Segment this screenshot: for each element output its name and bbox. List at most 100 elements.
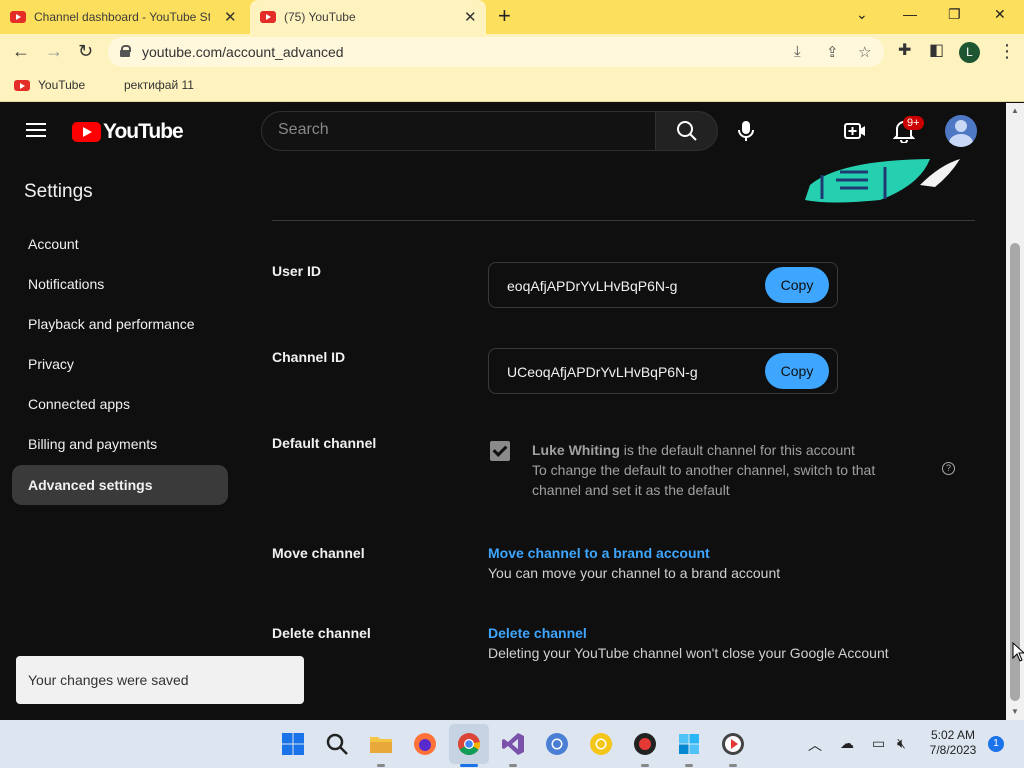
youtube-page: YouTube 9+ Settings Account Noti — [0, 103, 1006, 720]
system-clock[interactable]: 5:02 AM 7/8/2023 — [920, 728, 986, 758]
onedrive-offline-icon[interactable]: ☁ — [840, 735, 854, 752]
new-tab-button[interactable]: + — [498, 4, 511, 28]
clock-date: 7/8/2023 — [929, 743, 977, 757]
running-indicator — [377, 764, 385, 767]
visual-studio-icon[interactable] — [501, 732, 525, 756]
tab-search-chevron-icon[interactable]: ⌄ — [856, 6, 868, 23]
notification-count-badge[interactable]: 1 — [988, 736, 1004, 752]
sidebar-item-billing[interactable]: Billing and payments — [12, 424, 228, 464]
channel-id-value[interactable]: UCeoqAfjAPDrYvLHvBqP6N-g — [507, 364, 698, 380]
running-indicator — [641, 764, 649, 767]
windows-app-icon[interactable] — [677, 732, 701, 756]
help-icon[interactable]: ? — [942, 462, 955, 475]
address-bar[interactable]: youtube.com/account_advanced ⤓ ⇪ ☆ — [108, 37, 884, 67]
network-icon[interactable]: ▭ — [872, 735, 885, 752]
channel-id-field: UCeoqAfjAPDrYvLHvBqP6N-g Copy — [488, 348, 838, 394]
microphone-icon[interactable] — [737, 120, 755, 142]
taskbar-search-icon[interactable] — [325, 732, 349, 756]
settings-title: Settings — [24, 181, 93, 202]
scroll-down-arrow-icon[interactable]: ▼ — [1011, 707, 1019, 716]
copy-user-id-button[interactable]: Copy — [765, 267, 829, 303]
minimize-icon[interactable]: — — [903, 6, 917, 22]
default-channel-line1: is the default channel for this account — [619, 442, 855, 458]
close-window-icon[interactable]: ✕ — [994, 6, 1006, 23]
channel-id-label: Channel ID — [272, 349, 346, 365]
guide-menu-icon[interactable] — [26, 123, 46, 137]
forward-icon[interactable]: → — [45, 41, 63, 61]
active-indicator — [460, 764, 478, 767]
notification-badge: 9+ — [903, 116, 924, 130]
search-button[interactable] — [655, 111, 718, 151]
youtube-favicon-icon — [10, 11, 26, 23]
youtube-play-icon — [72, 122, 101, 142]
copy-channel-id-button[interactable]: Copy — [765, 353, 829, 389]
share-icon[interactable]: ⇪ — [826, 43, 839, 61]
install-app-icon[interactable]: ⤓ — [794, 43, 801, 60]
windows-start-icon[interactable] — [281, 732, 305, 756]
yellow-app-icon[interactable] — [589, 732, 613, 756]
search-input[interactable] — [278, 121, 638, 139]
delete-channel-label: Delete channel — [272, 625, 371, 641]
menu-kebab-icon[interactable]: ⋮ — [998, 41, 1016, 61]
side-panel-icon[interactable]: ◧ — [929, 41, 944, 61]
firefox-icon[interactable] — [413, 732, 437, 756]
close-tab-icon[interactable]: ✕ — [224, 8, 237, 26]
delete-channel-description: Deleting your YouTube channel won't clos… — [488, 645, 889, 661]
screen-recorder-icon[interactable] — [633, 732, 657, 756]
browser-toolbar: ← → ↻ youtube.com/account_advanced ⤓ ⇪ ☆… — [0, 34, 1024, 70]
lock-icon[interactable] — [120, 45, 131, 57]
running-indicator — [509, 764, 517, 767]
default-channel-checkbox[interactable] — [490, 441, 510, 461]
sidebar-item-playback[interactable]: Playback and performance — [12, 304, 228, 344]
saved-toast: Your changes were saved — [16, 656, 304, 704]
sidebar-item-connected-apps[interactable]: Connected apps — [12, 384, 228, 424]
default-channel-name: Luke Whiting — [532, 442, 620, 458]
scroll-up-arrow-icon[interactable]: ▲ — [1011, 106, 1019, 115]
sidebar-item-advanced-settings[interactable]: Advanced settings — [12, 465, 228, 505]
move-channel-label: Move channel — [272, 545, 365, 561]
scrollbar-thumb[interactable] — [1010, 243, 1020, 701]
tray-chevron-up-icon[interactable]: ︿ — [808, 735, 822, 755]
restore-icon[interactable]: ❐ — [948, 6, 961, 23]
tab-title: Channel dashboard - YouTube St — [34, 10, 210, 24]
profile-avatar[interactable]: L — [959, 42, 980, 63]
running-indicator — [729, 764, 737, 767]
search-icon — [677, 121, 697, 141]
bookmark-youtube[interactable]: YouTube — [14, 78, 85, 92]
reload-icon[interactable]: ↻ — [78, 41, 93, 61]
close-tab-icon[interactable]: ✕ — [464, 8, 477, 26]
default-channel-label: Default channel — [272, 435, 377, 451]
channel-banner-art — [805, 159, 960, 203]
page-scrollbar[interactable]: ▲ ▼ — [1006, 103, 1024, 720]
sidebar-item-account[interactable]: Account — [12, 224, 228, 264]
create-video-icon[interactable] — [844, 122, 866, 140]
tab-youtube[interactable]: (75) YouTube ✕ — [250, 0, 486, 34]
media-player-icon[interactable] — [721, 732, 745, 756]
url-text[interactable]: youtube.com/account_advanced — [142, 44, 344, 60]
move-channel-link[interactable]: Move channel to a brand account — [488, 545, 710, 561]
youtube-favicon-icon — [14, 79, 30, 91]
chrome-profile-icon[interactable] — [545, 732, 569, 756]
chrome-icon[interactable] — [457, 732, 481, 756]
tab-strip: Channel dashboard - YouTube St ✕ (75) Yo… — [0, 0, 1024, 34]
bookmark-star-icon[interactable]: ☆ — [858, 43, 871, 61]
user-id-value[interactable]: eoqAfjAPDrYvLHvBqP6N-g — [507, 278, 677, 294]
back-icon[interactable]: ← — [12, 41, 30, 61]
bookmark-label: YouTube — [38, 78, 86, 92]
tab-channel-dashboard[interactable]: Channel dashboard - YouTube St ✕ — [10, 0, 246, 34]
sidebar-item-notifications[interactable]: Notifications — [12, 264, 228, 304]
search-box[interactable] — [261, 111, 655, 151]
volume-muted-icon[interactable]: 🔇︎ — [897, 735, 906, 752]
tab-title: (75) YouTube — [284, 10, 356, 24]
bookmark-label: ректифай 11 — [124, 78, 194, 92]
bookmark-rectify[interactable]: ректифай 11 — [124, 78, 194, 92]
account-avatar[interactable] — [945, 115, 977, 147]
youtube-logo[interactable]: YouTube — [72, 120, 184, 144]
default-channel-text: Luke Whiting is the default channel for … — [532, 440, 912, 500]
default-channel-line2: To change the default to another channel… — [532, 462, 876, 498]
logo-text: YouTube — [103, 120, 184, 143]
file-explorer-icon[interactable] — [369, 732, 393, 756]
extensions-icon[interactable]: ✚ — [898, 41, 911, 61]
sidebar-item-privacy[interactable]: Privacy — [12, 344, 228, 384]
delete-channel-link[interactable]: Delete channel — [488, 625, 587, 641]
